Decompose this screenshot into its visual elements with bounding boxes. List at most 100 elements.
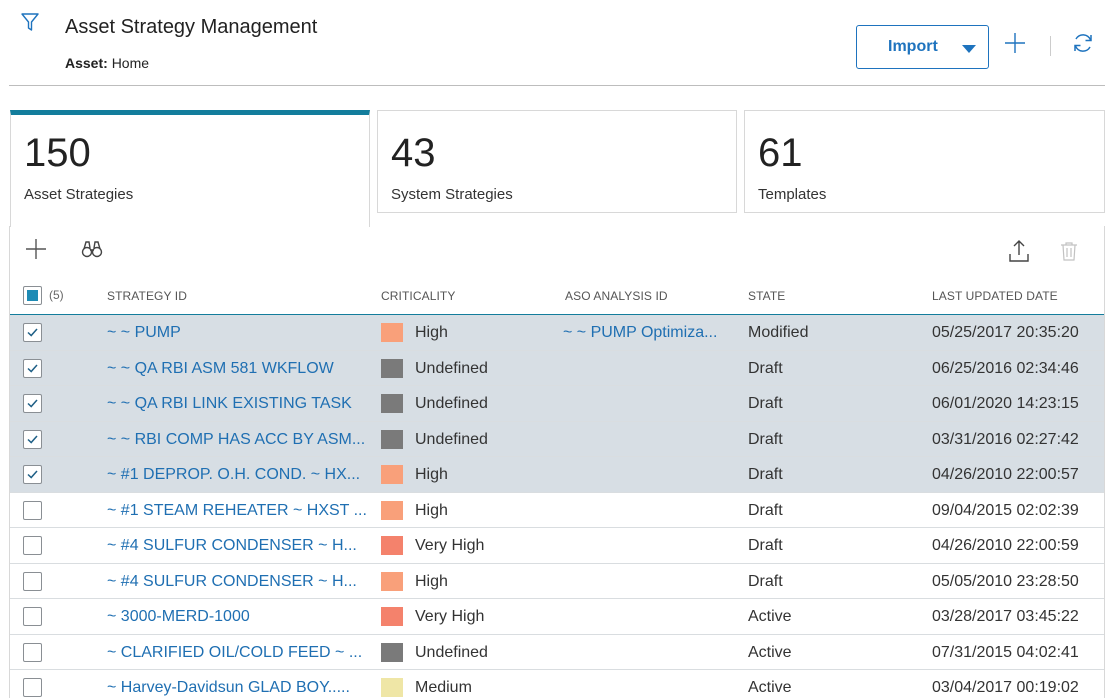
column-header-state[interactable]: STATE xyxy=(748,289,785,303)
import-button[interactable]: Import xyxy=(856,25,989,69)
export-icon[interactable] xyxy=(1008,239,1030,263)
row-checkbox[interactable] xyxy=(23,678,42,697)
criticality-swatch xyxy=(381,429,403,449)
tile-label: Templates xyxy=(758,186,827,203)
binoculars-icon[interactable] xyxy=(81,239,103,259)
criticality-label: Undefined xyxy=(415,359,488,377)
strategy-id-link[interactable]: ~ Harvey-Davidsun GLAD BOY..... xyxy=(107,679,350,697)
tile-system-strategies[interactable]: 43 System Strategies xyxy=(377,110,737,213)
last-updated-date: 05/25/2017 20:35:20 xyxy=(932,324,1079,341)
last-updated-date: 06/01/2020 14:23:15 xyxy=(932,395,1079,412)
chevron-down-icon xyxy=(962,45,976,53)
criticality-label: Undefined xyxy=(415,395,488,412)
refresh-icon[interactable] xyxy=(1072,32,1094,54)
filter-icon[interactable] xyxy=(20,12,40,32)
row-checkbox[interactable] xyxy=(23,642,42,662)
criticality-label: Undefined xyxy=(415,430,488,448)
strategy-id-link[interactable]: ~ #4 SULFUR CONDENSER ~ H... xyxy=(107,573,357,591)
last-updated-date: 03/28/2017 03:45:22 xyxy=(932,608,1079,625)
table-row[interactable]: ~ ~ QA RBI LINK EXISTING TASK Undefined Dr… xyxy=(10,386,1104,422)
table-row[interactable]: ~ Harvey-Davidsun GLAD BOY..... Medium Act… xyxy=(10,670,1104,698)
add-strategy-icon[interactable] xyxy=(25,238,47,260)
tile-count: 43 xyxy=(391,131,436,175)
row-checkbox[interactable] xyxy=(23,323,42,342)
select-all-checkbox[interactable] xyxy=(23,286,42,305)
criticality-swatch xyxy=(381,465,403,484)
state-label: Modified xyxy=(748,324,809,341)
page-title: Asset Strategy Management xyxy=(65,16,318,38)
strategy-id-link[interactable]: ~ #1 DEPROP. O.H. COND. ~ HX... xyxy=(107,466,360,484)
tile-label: System Strategies xyxy=(391,186,513,203)
checkmark-icon xyxy=(27,470,38,479)
strategy-id-link[interactable]: ~ ~ RBI COMP HAS ACC BY ASM... xyxy=(107,431,365,449)
strategy-id-link[interactable]: ~ ~ PUMP xyxy=(107,324,181,342)
criticality-swatch xyxy=(381,571,403,591)
header-divider xyxy=(1050,36,1051,56)
last-updated-date: 07/31/2015 04:02:41 xyxy=(932,643,1079,661)
trash-icon[interactable] xyxy=(1060,241,1078,261)
asset-breadcrumb: Asset: Home xyxy=(65,55,149,71)
table-row[interactable]: ~ #4 SULFUR CONDENSER ~ H... Very High Dra… xyxy=(10,528,1104,564)
column-header-aso-analysis-id[interactable]: ASO ANALYSIS ID xyxy=(565,289,668,303)
row-checkbox[interactable] xyxy=(23,358,42,378)
state-label: Draft xyxy=(748,359,783,377)
asset-label: Asset: xyxy=(65,55,108,71)
state-label: Draft xyxy=(748,501,783,519)
add-icon[interactable] xyxy=(1004,32,1026,54)
table-row[interactable]: ~ ~ QA RBI ASM 581 WKFLOW Undefined Draft 0… xyxy=(10,350,1104,386)
table-row[interactable]: ~ ~ RBI COMP HAS ACC BY ASM... Undefined D… xyxy=(10,421,1104,457)
checkmark-icon xyxy=(27,399,38,408)
table-row[interactable]: ~ CLARIFIED OIL/COLD FEED ~ ... Undefined… xyxy=(10,635,1104,670)
row-checkbox[interactable] xyxy=(23,465,42,484)
strategy-id-link[interactable]: ~ #1 STEAM REHEATER ~ HXST ... xyxy=(107,502,367,520)
import-label: Import xyxy=(888,38,938,55)
state-label: Draft xyxy=(748,466,783,483)
criticality-swatch xyxy=(381,678,403,697)
state-label: Draft xyxy=(748,537,783,554)
tile-count: 61 xyxy=(758,131,803,175)
criticality-label: Medium xyxy=(415,679,472,696)
strategy-id-link[interactable]: ~ ~ QA RBI LINK EXISTING TASK xyxy=(107,395,352,413)
strategy-id-link[interactable]: ~ ~ QA RBI ASM 581 WKFLOW xyxy=(107,360,334,378)
criticality-swatch xyxy=(381,642,403,662)
state-label: Active xyxy=(748,679,792,696)
strategy-id-link[interactable]: ~ 3000-MERD-1000 xyxy=(107,608,250,626)
table-header: (5) STRATEGY ID CRITICALITY ASO ANALYSIS… xyxy=(10,278,1104,315)
state-label: Draft xyxy=(748,572,783,590)
column-header-criticality[interactable]: CRITICALITY xyxy=(381,289,455,303)
tile-asset-strategies[interactable]: 150 Asset Strategies xyxy=(10,110,370,227)
asset-value: Home xyxy=(111,55,150,71)
row-checkbox[interactable] xyxy=(23,500,42,520)
criticality-label: High xyxy=(415,572,448,590)
table-row[interactable]: ~ ~ PUMP High ~ ~ PUMP Optimiza... Modified… xyxy=(10,315,1104,351)
state-label: Active xyxy=(748,608,792,625)
column-header-last-updated-date[interactable]: LAST UPDATED DATE xyxy=(932,289,1058,303)
tile-templates[interactable]: 61 Templates xyxy=(744,110,1105,213)
row-checkbox[interactable] xyxy=(23,536,42,555)
row-checkbox[interactable] xyxy=(23,607,42,626)
strategy-id-link[interactable]: ~ #4 SULFUR CONDENSER ~ H... xyxy=(107,537,357,555)
strategy-id-link[interactable]: ~ CLARIFIED OIL/COLD FEED ~ ... xyxy=(107,644,362,662)
checkmark-icon xyxy=(27,364,38,373)
table-row[interactable]: ~ #4 SULFUR CONDENSER ~ H... High Draft 05/… xyxy=(10,564,1104,599)
state-label: Draft xyxy=(748,395,783,412)
column-header-strategy-id[interactable]: STRATEGY ID xyxy=(107,289,187,303)
last-updated-date: 05/05/2010 23:28:50 xyxy=(932,572,1079,590)
row-checkbox[interactable] xyxy=(23,571,42,591)
criticality-label: Undefined xyxy=(415,643,488,661)
criticality-swatch xyxy=(381,394,403,413)
header-divider-line xyxy=(9,85,1105,86)
table-body: ~ ~ PUMP High ~ ~ PUMP Optimiza... Modified… xyxy=(10,315,1104,698)
table-row[interactable]: ~ #1 STEAM REHEATER ~ HXST ... High Draft 0… xyxy=(10,493,1104,528)
table-row[interactable]: ~ 3000-MERD-1000 Very High Active 03/28/201… xyxy=(10,599,1104,635)
aso-analysis-link[interactable]: ~ ~ PUMP Optimiza... xyxy=(563,324,717,342)
row-checkbox[interactable] xyxy=(23,429,42,449)
tile-label: Asset Strategies xyxy=(24,186,134,203)
selected-count: (5) xyxy=(49,288,64,302)
page-header: Asset Strategy Management Asset: Home Im… xyxy=(0,0,1118,86)
row-checkbox[interactable] xyxy=(23,394,42,413)
criticality-swatch xyxy=(381,607,403,626)
state-label: Active xyxy=(748,643,792,661)
last-updated-date: 04/26/2010 22:00:57 xyxy=(932,466,1079,483)
table-row[interactable]: ~ #1 DEPROP. O.H. COND. ~ HX... High Draft… xyxy=(10,457,1104,493)
